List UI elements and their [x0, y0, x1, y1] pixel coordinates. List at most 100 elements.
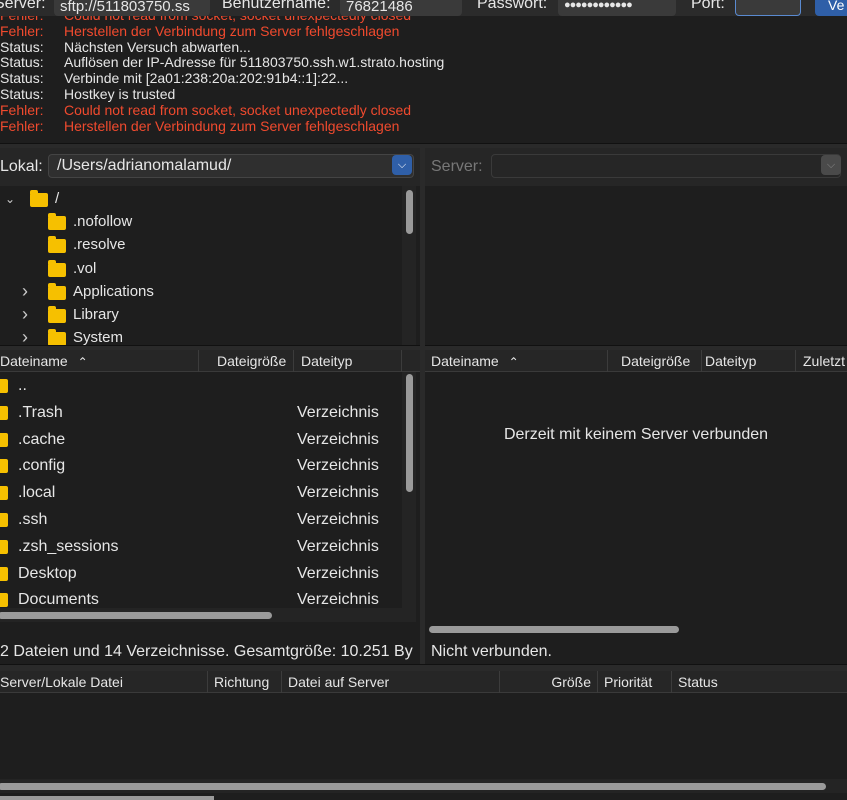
remote-col-filetype[interactable]: Dateityp	[702, 350, 796, 372]
queue-col-priority[interactable]: Priorität	[602, 671, 672, 693]
queue-col-status[interactable]: Status	[676, 671, 847, 693]
local-col-filesize[interactable]: Dateigröße	[214, 350, 294, 372]
remote-empty-message: Derzeit mit keinem Server verbunden	[503, 426, 769, 443]
queue-hscrollbar-thumb[interactable]	[0, 783, 826, 790]
file-row[interactable]: .zsh_sessions Verzeichnis	[0, 533, 404, 560]
folder-icon	[0, 405, 8, 420]
log-line-message: Herstellen der Verbindung zum Server feh…	[64, 22, 400, 39]
folder-icon	[0, 513, 8, 527]
chevron-down-icon[interactable]: ⌄	[5, 188, 15, 210]
tree-item[interactable]: › Library	[0, 304, 400, 326]
remote-status-text: Nicht verbunden.	[431, 643, 552, 660]
local-list-hscrollbar-thumb[interactable]	[0, 612, 272, 619]
log-line-message: Verbinde mit [2a01:238:20a:202:91b4::1]:…	[64, 70, 349, 87]
file-name: .zsh_sessions	[18, 537, 119, 555]
tree-item[interactable]: › Applications	[0, 281, 400, 303]
remote-file-list: Derzeit mit keinem Server verbunden	[425, 372, 847, 636]
tree-scrollbar-thumb[interactable]	[406, 190, 413, 234]
file-row[interactable]: Desktop Verzeichnis	[0, 560, 404, 587]
tree-item-label: System	[73, 329, 124, 346]
folder-icon	[0, 459, 8, 474]
local-file-header: Dateiname ⌃ Dateigröße Dateityp	[0, 350, 420, 372]
file-name: .ssh	[18, 511, 48, 528]
file-name: .Trash	[18, 403, 63, 421]
queue-col-direction[interactable]: Richtung	[212, 671, 282, 693]
queue-col-remote-file[interactable]: Datei auf Server	[286, 671, 500, 693]
password-input[interactable]: ●●●●●●●●●●●●	[558, 0, 676, 16]
tree-item-label: /	[55, 190, 60, 207]
remote-col-filesize[interactable]: Dateigröße	[618, 350, 702, 372]
log-line-type: Status:	[0, 86, 44, 102]
log-line-type: Fehler:	[0, 117, 44, 134]
tree-scrollbar[interactable]	[402, 186, 416, 346]
local-list-vscrollbar-thumb[interactable]	[406, 374, 413, 492]
log-line-type: Fehler:	[0, 101, 44, 118]
server-label: Server:	[0, 0, 46, 12]
file-row[interactable]: .cache Verzeichnis	[0, 426, 404, 453]
file-row[interactable]: .Trash Verzeichnis	[0, 399, 404, 426]
tree-item-label: Library	[73, 306, 119, 323]
tree-item-label: .nofollow	[73, 213, 133, 231]
remote-col-filename[interactable]: Dateiname ⌃	[428, 350, 608, 372]
server-input[interactable]	[54, 0, 210, 16]
folder-icon	[48, 236, 66, 254]
remote-list-hscrollbar-thumb[interactable]	[429, 626, 679, 633]
folder-icon	[0, 539, 8, 554]
chevron-right-icon[interactable]: ›	[22, 280, 28, 302]
splitter-queue[interactable]	[0, 664, 847, 671]
local-list-vscrollbar[interactable]	[402, 372, 416, 622]
folder-icon	[0, 379, 8, 393]
log-line-message: Nächsten Versuch abwarten...	[64, 38, 251, 55]
file-row[interactable]: ..	[0, 372, 404, 399]
local-path-dropdown-icon[interactable]: ⌵	[392, 155, 412, 175]
file-type: Verzeichnis	[297, 537, 379, 555]
tree-item[interactable]: › System	[0, 327, 400, 346]
remote-file-header: Dateiname ⌃ Dateigröße Dateityp Zuletzt	[425, 350, 847, 372]
sort-ascending-icon: ⌃	[77, 355, 88, 369]
username-label: Benutzername:	[222, 0, 331, 12]
local-col-filetype[interactable]: Dateityp	[298, 350, 402, 372]
username-input[interactable]	[340, 0, 462, 16]
quickconnect-bar: Server: Benutzername: Passwort: ●●●●●●●●…	[0, 0, 847, 16]
chevron-right-icon[interactable]: ›	[22, 326, 28, 346]
folder-icon	[0, 566, 8, 581]
chevron-right-icon[interactable]: ›	[22, 303, 28, 325]
port-input[interactable]	[735, 0, 801, 16]
local-col-filename[interactable]: Dateiname ⌃	[0, 350, 199, 372]
remote-col-modified[interactable]: Zuletzt	[800, 350, 847, 372]
folder-icon	[48, 259, 66, 277]
file-name: .config	[18, 457, 66, 475]
remote-path-label: Server:	[431, 158, 483, 175]
queue-hscrollbar[interactable]	[0, 779, 847, 793]
password-label: Passwort:	[477, 0, 548, 12]
tree-item[interactable]: ⌄ /	[0, 188, 400, 210]
file-type: Verzeichnis	[297, 564, 379, 582]
remote-path-combo[interactable]	[491, 154, 841, 178]
file-row[interactable]: .ssh Verzeichnis	[0, 506, 404, 533]
local-list-hscrollbar[interactable]	[0, 608, 404, 622]
tree-item[interactable]: .nofollow	[0, 211, 400, 233]
local-status-text: 2 Dateien und 14 Verzeichnisse. Gesamtgr…	[0, 643, 413, 660]
log-line-message: Herstellen der Verbindung zum Server feh…	[64, 117, 400, 134]
file-row[interactable]: .config Verzeichnis	[0, 452, 404, 479]
folder-icon	[48, 306, 66, 323]
remote-path-dropdown-icon[interactable]: ⌵	[821, 155, 841, 175]
file-name: Desktop	[18, 564, 77, 582]
queue-col-size[interactable]: Größe	[502, 671, 598, 693]
tree-item-label: .resolve	[73, 236, 126, 254]
file-row[interactable]: .local Verzeichnis	[0, 479, 404, 506]
file-type: Verzeichnis	[297, 511, 379, 528]
file-type: Verzeichnis	[297, 403, 379, 421]
log-line-type: Status:	[0, 38, 44, 55]
file-name: ..	[18, 377, 27, 394]
folder-icon	[48, 282, 66, 300]
local-path-bar: Lokal: /Users/adrianomalamud/ ⌵	[0, 148, 420, 186]
connect-button[interactable]: Ve	[815, 0, 847, 16]
local-path-combo[interactable]: /Users/adrianomalamud/	[48, 154, 414, 178]
tree-item[interactable]: .vol	[0, 258, 400, 280]
tree-item[interactable]: .resolve	[0, 234, 400, 256]
remote-list-hscrollbar[interactable]	[425, 622, 847, 636]
file-name: .cache	[18, 430, 66, 448]
queue-col-local-file[interactable]: Server/Lokale Datei	[0, 671, 208, 693]
log-line-message: Hostkey is trusted	[64, 86, 176, 102]
